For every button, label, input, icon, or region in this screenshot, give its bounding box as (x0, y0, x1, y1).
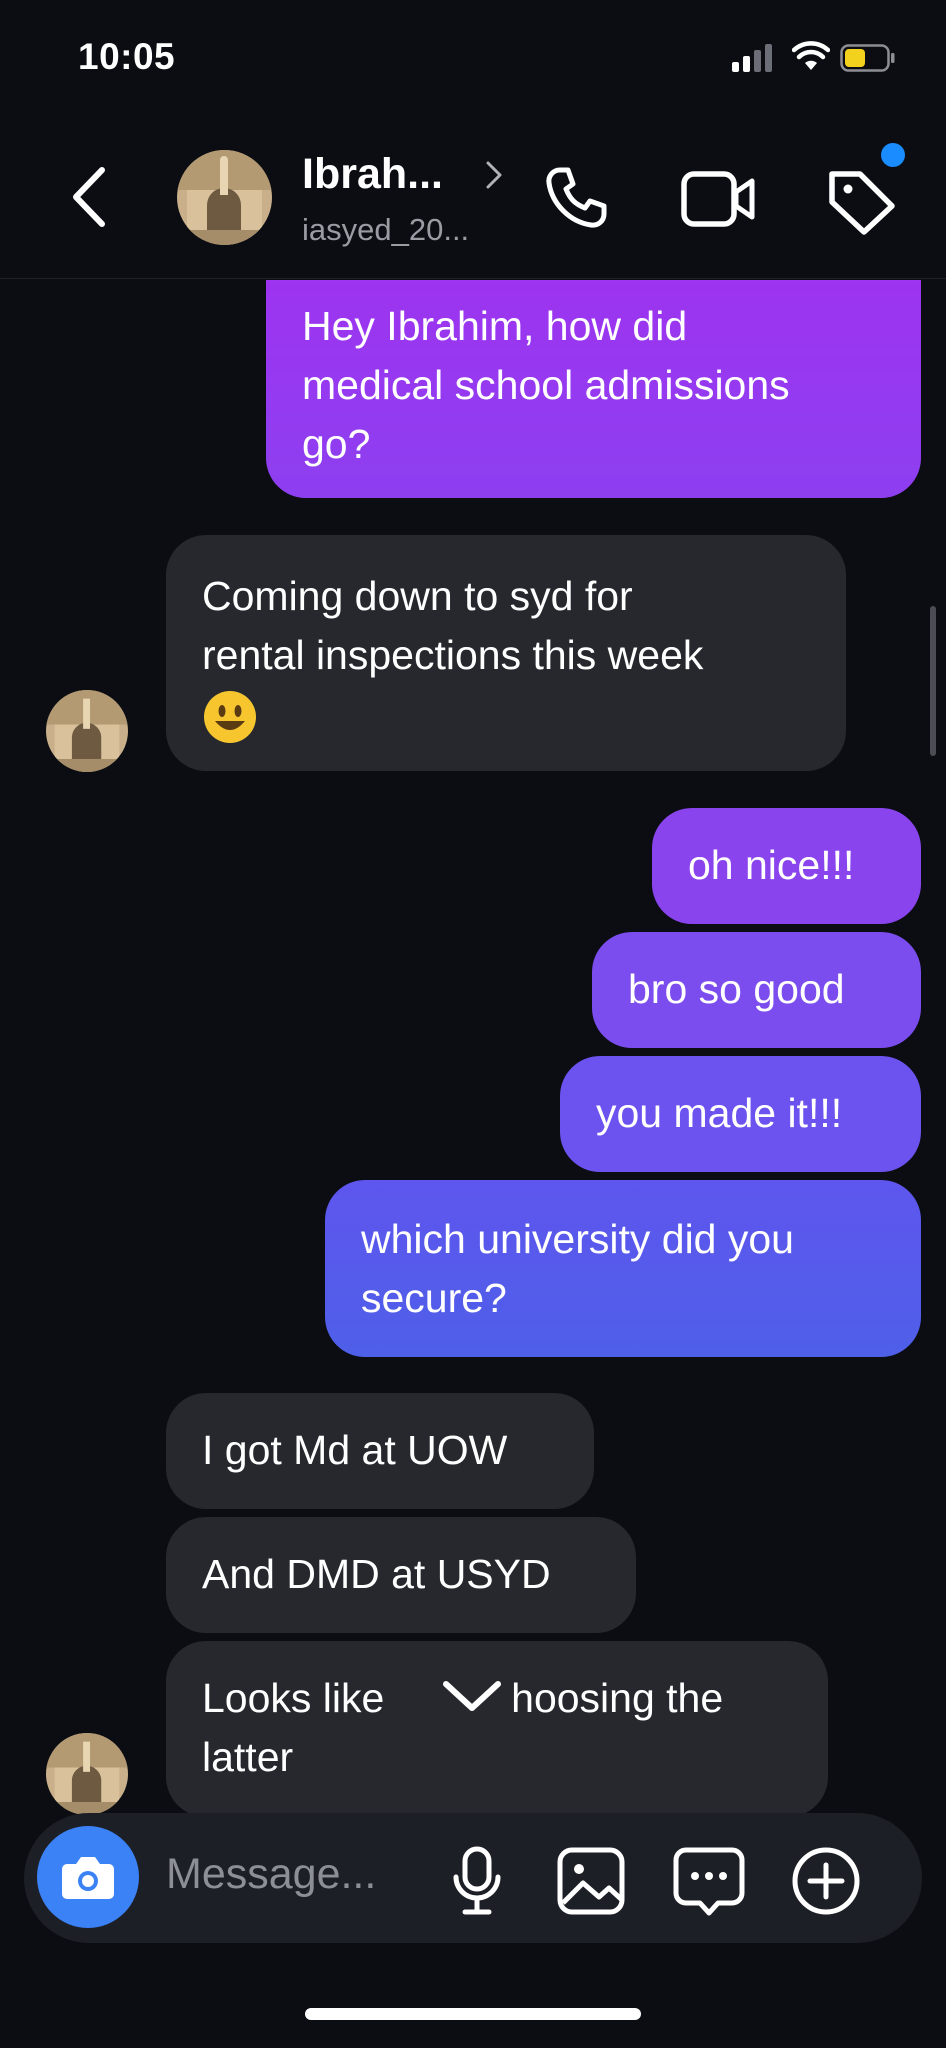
contact-avatar-small (46, 1733, 128, 1815)
scroll-down-chevron-icon[interactable] (440, 1676, 504, 1716)
contact-name[interactable]: Ibrah... (302, 150, 443, 199)
contact-avatar-small (46, 690, 128, 772)
notification-dot (881, 143, 905, 167)
message-input[interactable]: Message... (166, 1850, 376, 1899)
message-text: Hey Ibrahim, how did medical school admi… (302, 303, 790, 467)
back-chevron-icon[interactable] (70, 166, 110, 228)
image-gallery-icon[interactable] (555, 1845, 627, 1917)
mosque-avatar-image (177, 150, 272, 245)
message-bubble-sent[interactable]: oh nice!!! (652, 808, 921, 924)
message-text-start: Looks like (202, 1675, 385, 1721)
message-text: you made it!!! (596, 1090, 843, 1136)
message-bubble-sent[interactable]: which university did you secure? (325, 1180, 921, 1357)
wifi-icon (792, 41, 830, 70)
message-text: bro so good (628, 966, 845, 1012)
contact-username[interactable]: iasyed_20... (302, 212, 469, 248)
message-text: Coming down to syd for rental inspection… (202, 573, 704, 678)
tag-icon[interactable] (824, 168, 898, 236)
message-text: which university did you secure? (361, 1216, 794, 1321)
plus-circle-icon[interactable] (790, 1845, 862, 1917)
microphone-icon[interactable] (450, 1845, 504, 1917)
message-bubble-received[interactable]: I got Md at UOW (166, 1393, 594, 1509)
message-text-line2: latter (202, 1734, 294, 1780)
message-bubble-received[interactable]: And DMD at USYD (166, 1517, 636, 1633)
message-text: oh nice!!! (688, 842, 855, 888)
contact-avatar[interactable] (177, 150, 272, 245)
message-bubble-sent[interactable]: Hey Ibrahim, how did medical school admi… (266, 280, 921, 498)
message-bubble-sent[interactable]: you made it!!! (560, 1056, 921, 1172)
smiling-face-emoji (204, 691, 256, 744)
chevron-right-icon[interactable] (484, 160, 504, 190)
header-divider (0, 278, 946, 279)
sticker-chat-icon[interactable] (672, 1845, 746, 1917)
message-text: I got Md at UOW (202, 1427, 508, 1473)
message-bubble-sent[interactable]: bro so good (592, 932, 921, 1048)
message-bubble-received[interactable]: Looks like hoosing the latter (166, 1641, 828, 1817)
camera-button[interactable] (37, 1826, 139, 1928)
message-bubble-received[interactable]: Coming down to syd for rental inspection… (166, 535, 846, 771)
battery-icon (840, 44, 895, 72)
scrollbar[interactable] (930, 606, 936, 756)
status-time: 10:05 (78, 36, 176, 77)
camera-icon (62, 1857, 114, 1899)
message-text: And DMD at USYD (202, 1551, 551, 1597)
video-camera-icon[interactable] (680, 168, 756, 230)
home-indicator[interactable] (305, 2008, 641, 2020)
cellular-signal-icon (732, 44, 776, 72)
message-text-end: hoosing the (511, 1675, 724, 1721)
phone-icon[interactable] (542, 164, 610, 232)
